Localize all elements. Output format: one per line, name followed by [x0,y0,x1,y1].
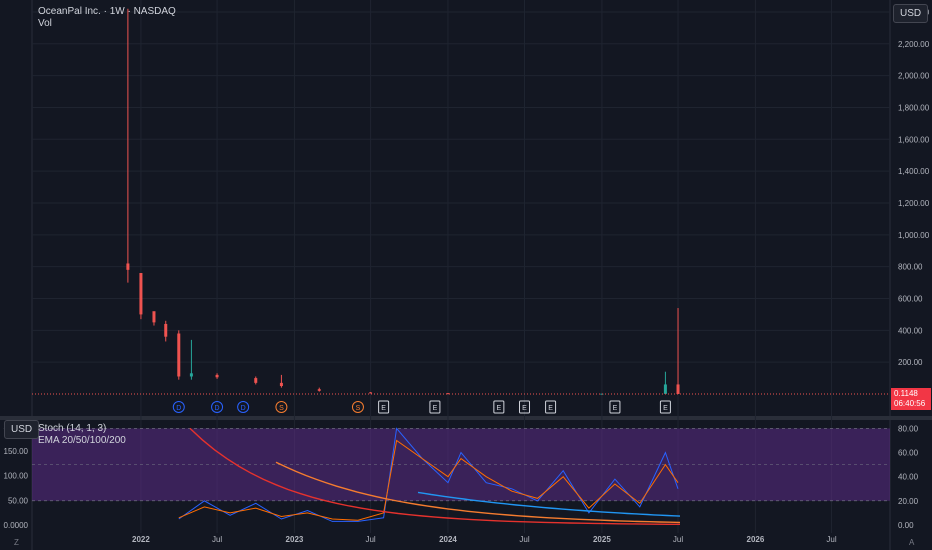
candle-body [676,384,680,394]
time-tick-label: 2022 [132,535,150,544]
time-tick-label: Jul [365,535,375,544]
event-marker-label: E [522,405,527,412]
candle-body [215,374,219,378]
osc-right-tick: 20.00 [898,497,919,506]
indicator-currency-button[interactable]: USD [4,420,40,439]
candle-body [177,333,181,377]
osc-right-tick: 60.00 [898,449,919,458]
osc-left-tick: 50.00 [8,496,29,505]
osc-left-tick: 0.0000 [4,521,29,530]
osc-left-tick: 150.00 [4,447,29,456]
candle-body [317,389,321,391]
price-tick-label: 1,400.00 [898,167,930,176]
price-tick-label: 1,000.00 [898,231,930,240]
event-marker-label: E [663,405,668,412]
candle-body [139,273,143,315]
ema-label[interactable]: EMA 20/50/100/200 [38,435,126,446]
time-tick-label: Jul [212,535,222,544]
candle-body [663,384,667,394]
candle-body [254,378,258,383]
zoom-corner-button[interactable]: Z [14,538,19,547]
last-price-tag: 0.1148 06:40:56 [891,388,931,410]
candle-body [126,263,130,270]
osc-right-tick: 0.00 [898,521,914,530]
time-tick-label: 2024 [439,535,457,544]
auto-scale-button[interactable]: A [909,538,914,547]
osc-right-tick: 80.00 [898,424,919,433]
event-marker-label: S [279,405,284,412]
time-tick-label: Jul [826,535,836,544]
candle-body [152,311,156,323]
price-tick-label: 2,200.00 [898,40,930,49]
candle-body [164,323,168,337]
event-marker-label: D [241,405,246,412]
event-marker-label: E [381,405,386,412]
price-tick-label: 1,600.00 [898,135,930,144]
event-marker-label: D [215,405,220,412]
stoch-label[interactable]: Stoch (14, 1, 3) [38,423,106,434]
price-tick-label: 600.00 [898,294,923,303]
last-price: 0.1148 [894,389,918,398]
symbol-title: OceanPal Inc. · 1W · NASDAQ [38,6,176,17]
price-tick-label: 800.00 [898,263,923,272]
time-tick-label: 2025 [593,535,611,544]
price-tick-label: 400.00 [898,326,923,335]
stock-chart-canvas[interactable]: D D D S S E E E E E E E 200.00 400.00 600.00 800.00 1,0… [0,0,932,550]
currency-button[interactable]: USD [893,4,929,23]
price-tick-label: 1,200.00 [898,199,930,208]
osc-right-tick: 40.00 [898,473,919,482]
price-tick-label: 200.00 [898,358,923,367]
event-marker-label: E [433,405,438,412]
price-tick-label: 1,800.00 [898,103,930,112]
event-marker-label: S [356,405,361,412]
bar-countdown: 06:40:56 [894,399,926,408]
candle-body [369,392,373,394]
time-tick-label: Jul [519,535,529,544]
candle-body [189,373,193,377]
candle-body [279,382,283,387]
time-tick-label: 2026 [747,535,765,544]
time-tick-label: 2023 [286,535,304,544]
event-marker-label: E [497,405,502,412]
event-marker-label: D [176,405,181,412]
event-marker-label: E [613,405,618,412]
price-tick-label: 2,000.00 [898,72,930,81]
event-marker-label: E [548,405,553,412]
time-tick-label: Jul [673,535,683,544]
volume-label: Vol [38,18,52,29]
osc-left-tick: 100.00 [4,472,29,481]
